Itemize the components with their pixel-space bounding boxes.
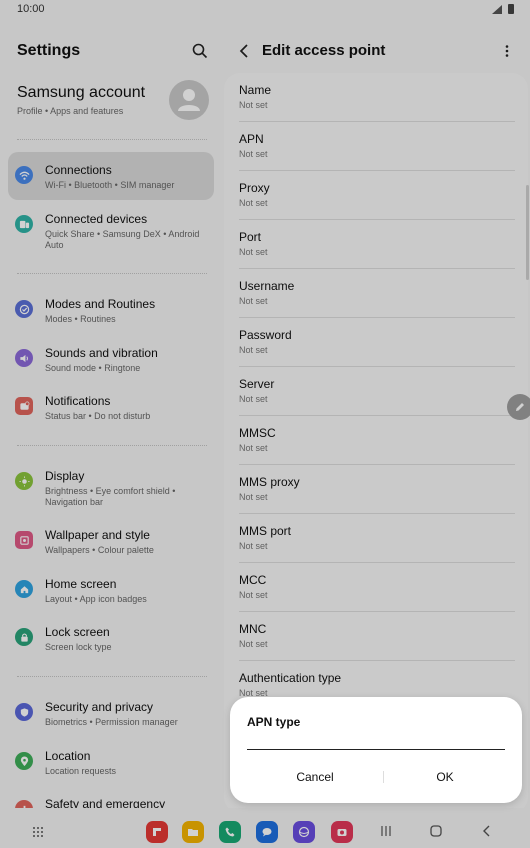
cancel-button[interactable]: Cancel xyxy=(255,767,375,787)
apn-type-input[interactable] xyxy=(247,731,505,750)
button-separator xyxy=(383,771,384,783)
ok-button[interactable]: OK xyxy=(385,767,505,787)
dialog-title: APN type xyxy=(247,715,301,729)
apn-type-dialog: APN type Cancel OK xyxy=(230,697,522,803)
